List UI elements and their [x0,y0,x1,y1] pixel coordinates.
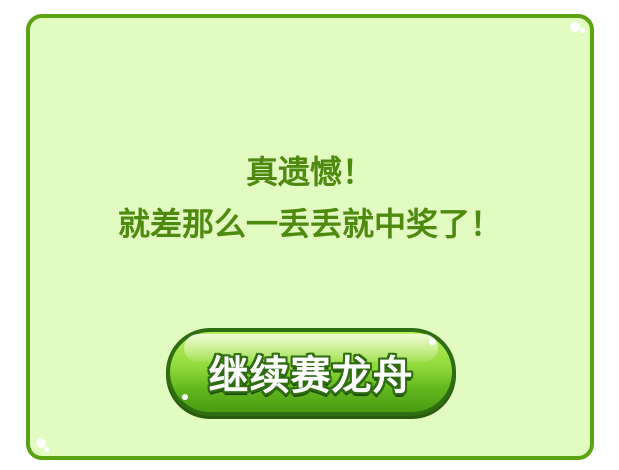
result-dialog: 真遗憾！ 就差那么一丢丢就中奖了！ 继续赛龙舟 [26,14,594,460]
sparkle-bottom-left-small [44,447,49,452]
result-message: 真遗憾！ 就差那么一丢丢就中奖了！ [30,146,590,250]
continue-button-label: 继续赛龙舟 [208,353,414,399]
message-line-1: 真遗憾！ [245,153,374,191]
sparkle-top-right [570,22,580,32]
sparkle-top-right-small [580,28,585,33]
message-line-2: 就差那么一丢丢就中奖了！ [117,205,502,243]
continue-dragon-boat-button[interactable]: 继续赛龙舟 [166,328,456,416]
